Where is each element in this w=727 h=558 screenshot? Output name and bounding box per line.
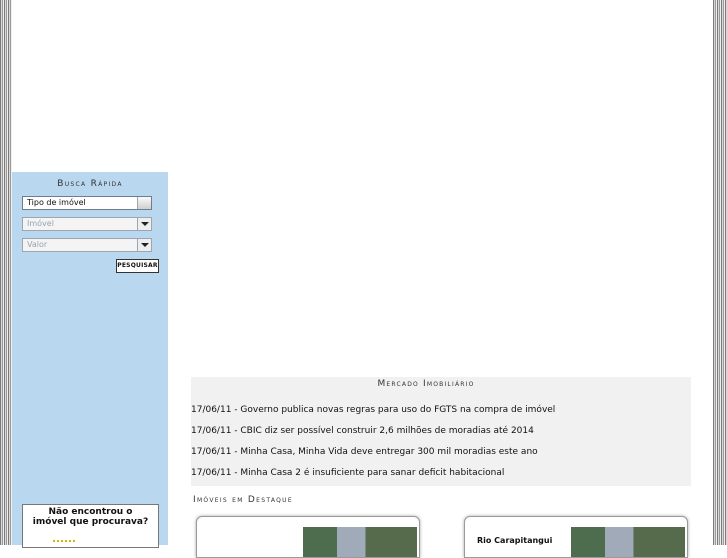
market-news-panel: Mercado Imobiliário 17/06/11 - Governo p… — [191, 377, 691, 486]
news-link[interactable]: 17/06/11 - Governo publica novas regras … — [191, 405, 555, 415]
news-link[interactable]: 17/06/11 - CBIC diz ser possível constru… — [191, 426, 534, 436]
property-value: Imóvel — [27, 219, 54, 228]
featured-property-card[interactable]: Rio Carapitangui — [464, 516, 688, 558]
right-frame-border — [713, 0, 727, 545]
not-found-line-1: Não encontrou o — [48, 507, 133, 517]
property-type-select[interactable]: Tipo de imóvel — [22, 196, 152, 210]
chevron-down-icon[interactable] — [137, 239, 151, 251]
price-select[interactable]: Valor — [22, 238, 152, 252]
news-link[interactable]: 17/06/11 - Minha Casa, Minha Vida deve e… — [191, 447, 538, 457]
property-select[interactable]: Imóvel — [22, 217, 152, 231]
not-found-banner[interactable]: Não encontrou o imóvel que procurava? — [22, 504, 159, 548]
property-card-label: Rio Carapitangui — [477, 536, 553, 545]
not-found-line-2: imóvel que procurava? — [32, 517, 149, 527]
price-value: Valor — [27, 240, 48, 249]
quick-search-panel: Busca Rápida Tipo de imóvel Imóvel Valor… — [12, 172, 168, 548]
sun-decoration-icon — [53, 540, 75, 552]
featured-property-card[interactable] — [196, 516, 420, 558]
property-type-value: Tipo de imóvel — [27, 198, 86, 207]
dropdown-handle-icon[interactable] — [137, 197, 151, 209]
market-news-title: Mercado Imobiliário — [377, 379, 475, 389]
chevron-down-icon[interactable] — [137, 218, 151, 230]
search-button[interactable]: PESQUISAR — [116, 259, 159, 273]
left-frame-border — [0, 0, 12, 545]
featured-properties-title: Imóveis em Destaque — [193, 495, 293, 505]
property-photo[interactable] — [571, 527, 685, 557]
news-link[interactable]: 17/06/11 - Minha Casa 2 é insuficiente p… — [191, 468, 504, 478]
page-content: Busca Rápida Tipo de imóvel Imóvel Valor… — [12, 0, 713, 558]
quick-search-title: Busca Rápida — [57, 179, 123, 189]
property-photo[interactable] — [303, 527, 417, 557]
